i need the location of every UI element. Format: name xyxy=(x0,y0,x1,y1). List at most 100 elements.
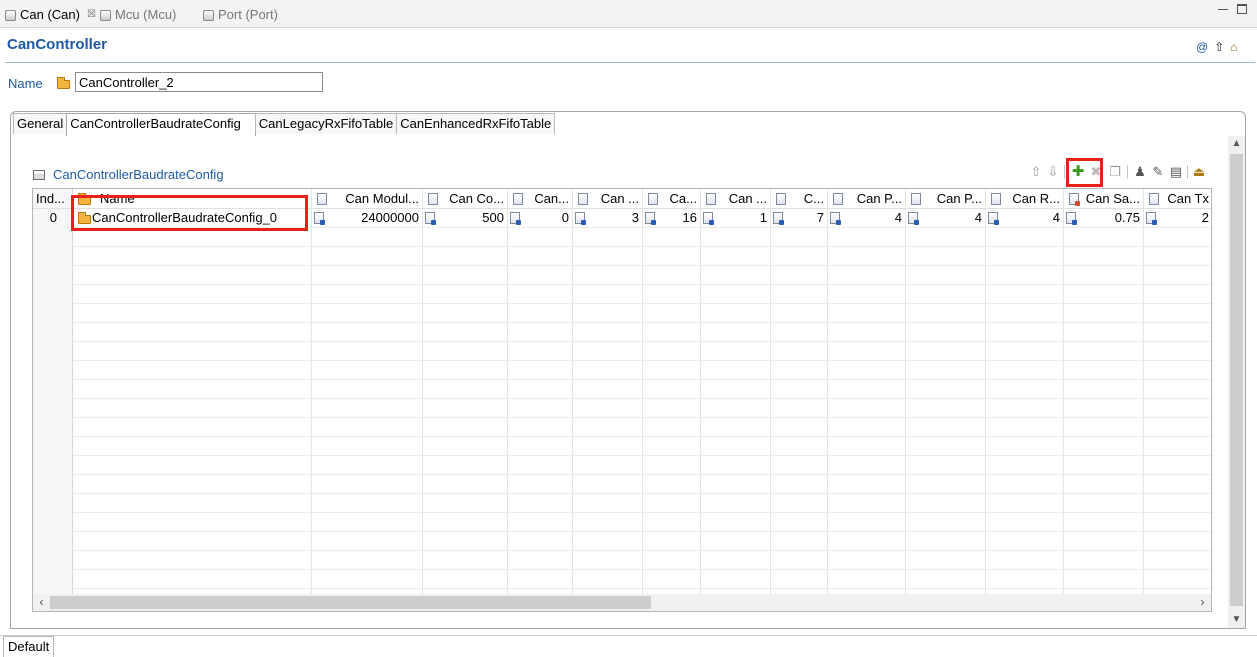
close-icon[interactable]: ☒ xyxy=(87,4,96,26)
scroll-thumb[interactable] xyxy=(1230,154,1243,606)
parameter-icon xyxy=(428,193,438,205)
header-toolbar: @ ⇧ ⌂ xyxy=(1196,40,1238,54)
toolbar-separator xyxy=(1187,165,1188,179)
value-cell[interactable]: 4 xyxy=(828,209,906,227)
value-cell[interactable]: 4 xyxy=(986,209,1064,227)
table-row-line xyxy=(73,284,1211,285)
parameter-icon xyxy=(911,193,921,205)
edit-icon[interactable]: ✎ xyxy=(1151,163,1165,181)
value-cell[interactable]: 24000000 xyxy=(312,209,423,227)
scroll-thumb[interactable] xyxy=(50,596,651,609)
table-column xyxy=(771,189,828,594)
column-header[interactable]: Name xyxy=(73,189,312,209)
column-header[interactable]: Can Modul... xyxy=(312,189,423,209)
tab-enhanced-rx-fifo[interactable]: CanEnhancedRxFifoTable xyxy=(396,113,556,134)
parameter-icon xyxy=(706,193,716,205)
parameter-icon xyxy=(833,193,843,205)
row-index[interactable]: 0 xyxy=(33,209,61,227)
folder-tab-bar: General CanControllerBaudrateConfig CanL… xyxy=(13,113,556,136)
tab-baudrate-config[interactable]: CanControllerBaudrateConfig xyxy=(66,113,256,136)
editor-tab-label: Mcu (Mcu) xyxy=(115,7,177,22)
home-icon[interactable]: ⌂ xyxy=(1230,40,1237,54)
copy-icon[interactable]: ❐ xyxy=(1108,163,1122,181)
editor-tab-mcu[interactable]: Mcu (Mcu) xyxy=(100,4,176,26)
remove-icon[interactable]: ✖ xyxy=(1089,163,1103,181)
value-cell[interactable]: 1 xyxy=(701,209,771,227)
table-row-line xyxy=(73,512,1211,513)
table-column xyxy=(906,189,986,594)
parameter-icon xyxy=(578,193,588,205)
editor-tab-port[interactable]: Port (Port) xyxy=(203,4,278,26)
up-icon[interactable]: ⇧ xyxy=(1214,40,1224,54)
plugin-icon xyxy=(5,9,16,21)
parameter-icon xyxy=(776,193,786,205)
name-cell[interactable]: CanControllerBaudrateConfig_0 xyxy=(73,209,312,227)
at-icon[interactable]: @ xyxy=(1196,40,1208,54)
vertical-scrollbar[interactable]: ▲ ▼ xyxy=(1228,136,1245,628)
value-cell[interactable]: 0 xyxy=(508,209,573,227)
table-column xyxy=(508,189,573,594)
table-grid: Ind... Name Can Modul... Can Co... Can... Can… xyxy=(33,189,1211,594)
tab-legacy-rx-fifo[interactable]: CanLegacyRxFifoTable xyxy=(254,113,398,134)
minimize-icon[interactable] xyxy=(1218,4,1228,10)
name-input[interactable] xyxy=(75,72,323,92)
table-row-line xyxy=(73,360,1211,361)
move-down-icon[interactable]: ⇩ xyxy=(1046,163,1060,181)
user-icon[interactable]: ♟ xyxy=(1133,163,1147,181)
maximize-icon[interactable] xyxy=(1237,4,1247,14)
value-cell[interactable]: 16 xyxy=(643,209,701,227)
table-column xyxy=(73,189,312,594)
editor-tab-can[interactable]: Can (Can) ☒ xyxy=(5,4,96,26)
table-row-line xyxy=(73,303,1211,304)
table-row-line xyxy=(73,588,1211,589)
section-title: CanControllerBaudrateConfig xyxy=(53,167,224,182)
properties-icon[interactable]: ▤ xyxy=(1169,163,1183,181)
config-table[interactable]: Ind... Name Can Modul... Can Co... Can... Can… xyxy=(32,188,1212,612)
scroll-up-icon[interactable]: ▲ xyxy=(1228,136,1245,152)
table-row-line xyxy=(73,569,1211,570)
table-row-line xyxy=(73,265,1211,266)
table-column xyxy=(1144,189,1211,594)
table-column xyxy=(986,189,1064,594)
scroll-right-icon[interactable]: › xyxy=(1194,594,1211,611)
table-row-line xyxy=(73,455,1211,456)
table-row-line xyxy=(73,322,1211,323)
value-cell[interactable]: 7 xyxy=(771,209,828,227)
folder-icon xyxy=(78,193,91,205)
plugin-icon xyxy=(100,9,111,21)
value-cell[interactable]: 500 xyxy=(423,209,508,227)
value-cell[interactable]: 0.75 xyxy=(1064,209,1144,227)
plugin-icon xyxy=(203,9,214,21)
editor-tab-bar: Can (Can) ☒ Mcu (Mcu) Port (Port) xyxy=(0,0,1257,28)
table-column xyxy=(573,189,643,594)
export-icon[interactable]: ⏏ xyxy=(1192,163,1206,181)
value-cell[interactable]: 3 xyxy=(573,209,643,227)
name-label: Name xyxy=(8,76,43,91)
move-up-icon[interactable]: ⇧ xyxy=(1029,163,1043,181)
column-header[interactable]: Ind... xyxy=(33,189,73,209)
tab-general[interactable]: General xyxy=(13,113,68,134)
table-row-line xyxy=(73,550,1211,551)
value-cell[interactable]: 2 xyxy=(1144,209,1211,227)
parameter-icon xyxy=(648,193,658,205)
editor-tab-label: Can (Can) xyxy=(20,7,80,22)
table-row-line xyxy=(73,493,1211,494)
table-row-line xyxy=(73,379,1211,380)
parameter-icon xyxy=(513,193,523,205)
add-icon[interactable]: ✚ xyxy=(1071,163,1085,181)
table-row-line xyxy=(73,436,1211,437)
value-cell[interactable]: 4 xyxy=(906,209,986,227)
table-row-line xyxy=(73,341,1211,342)
parameter-icon xyxy=(1069,193,1080,206)
scroll-down-icon[interactable]: ▼ xyxy=(1228,612,1245,628)
table-column xyxy=(1064,189,1144,594)
table-row-line xyxy=(73,417,1211,418)
table-row-line xyxy=(73,531,1211,532)
scroll-left-icon[interactable]: ‹ xyxy=(33,594,50,611)
bottom-divider xyxy=(0,635,1257,636)
page-title: CanController xyxy=(7,36,108,53)
horizontal-scrollbar[interactable]: ‹ › xyxy=(33,594,1211,611)
tab-default[interactable]: Default xyxy=(3,636,55,657)
table-row-line xyxy=(73,246,1211,247)
header-divider xyxy=(5,62,1255,63)
